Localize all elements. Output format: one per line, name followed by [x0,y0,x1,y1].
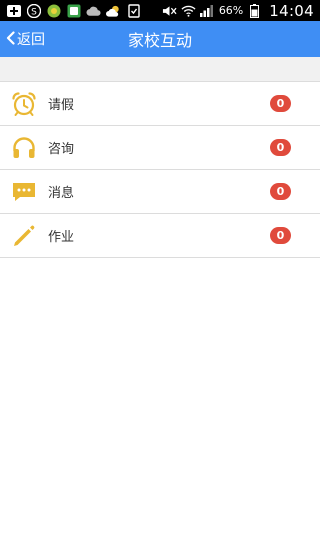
wifi-icon [181,3,196,18]
add-notification-icon [6,3,21,18]
status-bar: S 66% 14:04 [0,0,320,21]
clock: 14:04 [269,1,314,20]
menu-item-label: 咨询 [48,142,75,157]
chevron-left-icon [6,30,15,49]
page-title: 家校互动 [127,31,192,50]
game-app-icon [46,3,61,18]
menu-item-label: 作业 [48,230,75,245]
back-button[interactable]: 返回 [6,21,45,57]
menu-item-label: 消息 [48,186,75,201]
menu-item-label: 请假 [48,98,75,113]
headphones-icon [11,135,37,161]
weather-icon [106,3,121,18]
alarm-clock-icon [11,91,37,117]
message-bubble-icon [11,179,37,205]
notification-icons: S [6,3,141,18]
menu-item-homework[interactable]: 作业 0 [0,214,320,258]
nav-bar: 返回 家校互动 [0,21,320,57]
clipboard-icon [126,3,141,18]
signal-icon [200,3,215,18]
section-spacer [0,57,320,82]
cloud-sync-icon [86,3,101,18]
back-label: 返回 [17,32,45,48]
menu-item-consult[interactable]: 咨询 0 [0,126,320,170]
s-app-icon: S [26,3,41,18]
mute-icon [162,3,177,18]
count-badge: 0 [270,227,291,244]
battery-icon [247,3,262,18]
svg-text:S: S [31,7,37,17]
count-badge: 0 [270,95,291,112]
gallery-app-icon [66,3,81,18]
count-badge: 0 [270,183,291,200]
system-indicators: 66% 14:04 [162,2,314,20]
count-badge: 0 [270,139,291,156]
menu-item-leave[interactable]: 请假 0 [0,82,320,126]
battery-percent: 66% [218,4,244,17]
pencil-icon [11,223,37,249]
menu-list: 请假 0 咨询 0 消息 0 作业 0 [0,82,320,258]
menu-item-message[interactable]: 消息 0 [0,170,320,214]
